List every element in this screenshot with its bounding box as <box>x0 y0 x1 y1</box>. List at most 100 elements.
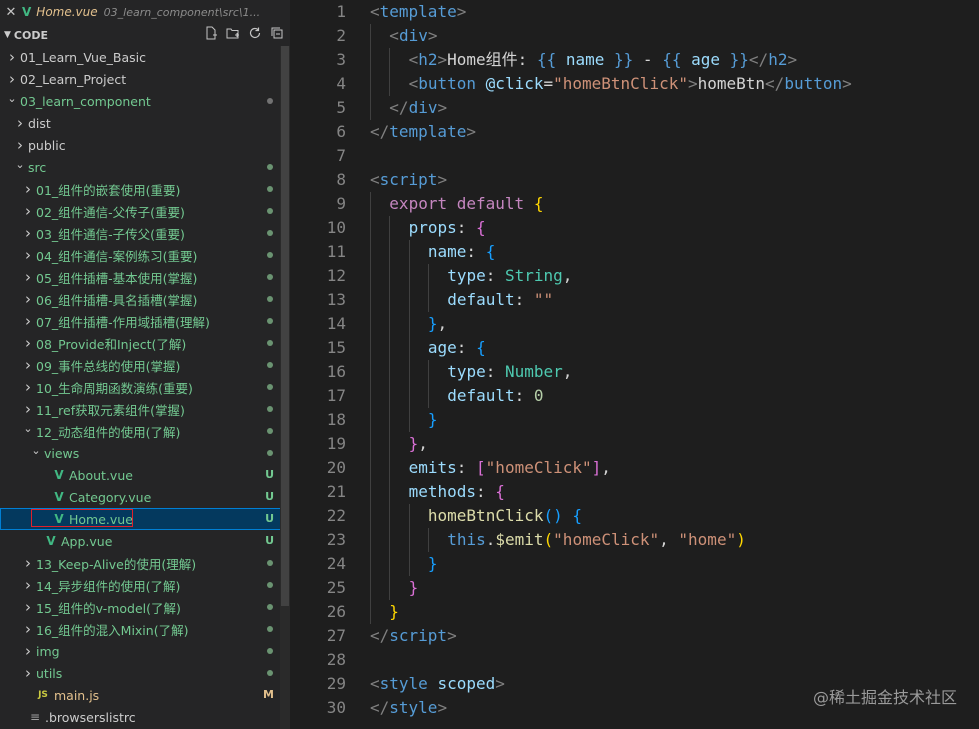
indent-guide <box>408 384 410 408</box>
code-line: 24} <box>290 552 979 576</box>
line-number: 5 <box>336 98 346 117</box>
indent-guide <box>370 456 371 480</box>
tree-folder[interactable]: › 10_生命周期函数演练(重要) <box>0 376 290 398</box>
tree-folder[interactable]: › 02_Learn_Project <box>0 68 290 90</box>
tree-file[interactable]: ≡ .browserslistrc <box>0 706 290 728</box>
tree-folder[interactable]: › 09_事件总线的使用(掌握) <box>0 354 290 376</box>
tree-file[interactable]: V About.vue U <box>0 464 290 486</box>
indent-guide <box>389 72 391 96</box>
code-text: </div> <box>389 96 447 120</box>
tree-item-label: 03_learn_component <box>20 93 151 109</box>
chevron-right-icon: › <box>25 642 31 660</box>
js-file-icon: JS <box>38 690 48 700</box>
file-tree: › 01_Learn_Vue_Basic › 02_Learn_Project ⌄ 03_… <box>0 46 290 728</box>
explorer-header[interactable]: ▼ CODE <box>0 24 290 46</box>
tree-file[interactable]: V App.vue U <box>0 530 290 552</box>
vue-file-icon: V <box>54 512 64 526</box>
tree-folder[interactable]: › 15_组件的v-model(了解) <box>0 596 290 618</box>
indent-guide <box>370 552 371 576</box>
explorer-title[interactable]: ▼ CODE <box>4 29 48 42</box>
code-editor[interactable]: 1 <template> 2 <div> 3 <h2>Home组件: {{ name }}… <box>290 0 979 729</box>
code-line: 9 export default { <box>290 192 979 216</box>
git-status-dot <box>267 560 273 566</box>
sidebar-scrollbar[interactable] <box>280 46 290 729</box>
git-status-dot <box>267 670 273 676</box>
tree-folder[interactable]: › 07_组件插槽-作用域插槽(理解) <box>0 310 290 332</box>
indent-guide <box>389 480 391 504</box>
code-text: </script> <box>370 624 457 648</box>
indent-guide <box>370 336 371 360</box>
indent-guide <box>370 48 371 72</box>
line-number: 8 <box>336 170 346 189</box>
tree-folder[interactable]: › utils <box>0 662 290 684</box>
indent-guide <box>370 480 371 504</box>
code-text: homeBtnClick() { <box>428 504 582 528</box>
code-token: template <box>389 122 467 141</box>
git-status-dot <box>267 208 273 214</box>
tree-folder[interactable]: › 05_组件插槽-基本使用(掌握) <box>0 266 290 288</box>
close-icon[interactable]: ✕ <box>0 5 22 20</box>
code-token: () <box>543 506 563 525</box>
code-token: } <box>427 554 438 573</box>
tree-folder[interactable]: › 01_Learn_Vue_Basic <box>0 46 290 68</box>
tree-folder[interactable]: ⌄ views <box>0 442 290 464</box>
chevron-right-icon: › <box>25 378 31 396</box>
git-status-dot <box>267 406 273 412</box>
chevron-down-icon: ⌄ <box>23 421 33 435</box>
code-token: , <box>562 266 573 285</box>
line-number: 3 <box>336 50 346 69</box>
code-token: : <box>456 458 477 477</box>
chevron-right-icon: › <box>25 180 31 198</box>
code-token: : <box>456 218 477 237</box>
refresh-icon[interactable] <box>248 26 262 44</box>
tree-folder[interactable]: › 08_Provide和Inject(了解) <box>0 332 290 354</box>
indent-guide <box>408 504 410 528</box>
tree-item-label: App.vue <box>61 533 113 549</box>
code-line: 18} <box>290 408 979 432</box>
indent-guide <box>389 504 391 528</box>
code-token: homeBtn <box>697 74 766 93</box>
indent-guide <box>389 456 391 480</box>
code-token: : <box>514 290 534 309</box>
code-token: < <box>370 2 380 21</box>
chevron-right-icon: › <box>25 246 31 264</box>
code-line: 7 <box>290 144 979 168</box>
tree-folder[interactable]: › dist <box>0 112 290 134</box>
code-token: } <box>408 434 419 453</box>
indent-guide <box>370 384 371 408</box>
tree-folder[interactable]: ⌄ src <box>0 156 290 178</box>
tree-folder[interactable]: ⌄ 03_learn_component <box>0 90 290 112</box>
scrollbar-thumb[interactable] <box>281 46 289 606</box>
code-token: , <box>418 434 428 453</box>
collapse-all-icon[interactable] <box>270 26 284 44</box>
tree-folder[interactable]: ⌄ 12_动态组件的使用(了解) <box>0 420 290 442</box>
code-token: > <box>495 674 505 693</box>
tree-folder[interactable]: › 03_组件通信-子传父(重要) <box>0 222 290 244</box>
indent-guide <box>408 312 410 336</box>
code-token: ] <box>591 458 602 477</box>
tree-folder[interactable]: › 14_异步组件的使用(了解) <box>0 574 290 596</box>
tree-file[interactable]: V Category.vue U <box>0 486 290 508</box>
chevron-right-icon: › <box>25 400 31 418</box>
code-text: type: String, <box>447 264 572 288</box>
tree-folder[interactable]: › 04_组件通信-案例练习(重要) <box>0 244 290 266</box>
git-status-dot <box>267 252 273 258</box>
new-file-icon[interactable] <box>204 26 218 44</box>
chevron-right-icon: › <box>25 576 31 594</box>
line-number: 6 <box>336 122 346 141</box>
tree-folder[interactable]: › img <box>0 640 290 662</box>
editor-tab[interactable]: ✕ V Home.vue 03_learn_component\src\1... <box>0 0 290 24</box>
new-folder-icon[interactable] <box>226 26 240 44</box>
tree-folder[interactable]: › 02_组件通信-父传子(重要) <box>0 200 290 222</box>
tree-folder[interactable]: › 11_ref获取元素组件(掌握) <box>0 398 290 420</box>
tree-folder[interactable]: › 01_组件的嵌套使用(重要) <box>0 178 290 200</box>
tree-folder[interactable]: › 16_组件的混入Mixin(了解) <box>0 618 290 640</box>
tree-file[interactable]: V Home.vue U <box>0 508 290 530</box>
indent-guide <box>427 264 429 288</box>
tree-folder[interactable]: › public <box>0 134 290 156</box>
tree-folder[interactable]: › 13_Keep-Alive的使用(理解) <box>0 552 290 574</box>
tree-file[interactable]: JS main.js M <box>0 684 290 706</box>
tree-folder[interactable]: › 06_组件插槽-具名插槽(掌握) <box>0 288 290 310</box>
